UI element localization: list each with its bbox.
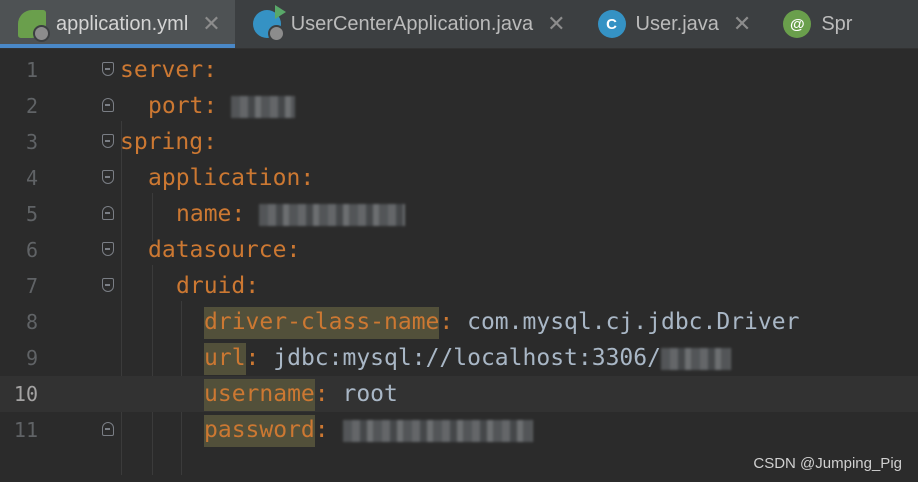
code-line: 3 spring: <box>0 124 918 160</box>
line-number: 9 <box>25 346 38 370</box>
line-number: 7 <box>25 274 38 298</box>
yaml-key: datasource <box>148 237 287 263</box>
class-c-icon: C <box>597 10 626 38</box>
yaml-key: druid <box>176 273 246 299</box>
tab-application-yml[interactable]: application.yml ✕ <box>0 0 235 48</box>
code-line: 4 application: <box>0 160 918 196</box>
fold-toggle-icon[interactable] <box>102 170 114 184</box>
yaml-value: com.mysql.cj.jdbc.Driver <box>453 309 800 335</box>
redacted-value <box>231 95 296 118</box>
code-editor[interactable]: 1 server: 2 port: 3 spring: 4 applicatio… <box>0 49 918 482</box>
code-line: 9 url: jdbc:mysql://localhost:3306/ <box>0 340 918 376</box>
yaml-key: url <box>204 343 246 375</box>
fold-toggle-icon[interactable] <box>102 242 114 256</box>
yaml-key: name <box>176 201 232 227</box>
code-line: 8 driver-class-name: com.mysql.cj.jdbc.D… <box>0 304 918 340</box>
yaml-value: jdbc:mysql://localhost:3306/ <box>259 345 661 371</box>
tab-label: application.yml <box>56 12 189 35</box>
tab-usercenterapplication-java[interactable]: UserCenterApplication.java ✕ <box>235 0 580 48</box>
yaml-key: server <box>120 57 204 83</box>
fold-end-icon[interactable] <box>102 206 114 220</box>
line-number: 4 <box>25 166 38 190</box>
spring-leaf-icon <box>18 10 50 42</box>
fold-toggle-icon[interactable] <box>102 134 114 148</box>
tab-label: User.java <box>635 12 719 35</box>
tab-spring-annotation[interactable]: @ Spr <box>765 0 866 48</box>
watermark: CSDN @Jumping_Pig <box>753 455 902 472</box>
yaml-key: username <box>204 379 315 411</box>
yaml-key: application <box>148 165 301 191</box>
yaml-key: password <box>204 415 315 447</box>
close-icon[interactable]: ✕ <box>547 12 565 37</box>
close-icon[interactable]: ✕ <box>733 12 751 37</box>
redacted-value <box>342 419 533 442</box>
code-line: 7 druid: <box>0 268 918 304</box>
code-line: 6 datasource: <box>0 232 918 268</box>
editor-tab-bar: application.yml ✕ UserCenterApplication.… <box>0 0 918 49</box>
redacted-value <box>259 203 406 226</box>
fold-toggle-icon[interactable] <box>102 62 114 76</box>
code-line: 1 server: <box>0 52 918 88</box>
tab-label: Spr <box>821 12 853 35</box>
spring-annotation-icon: @ <box>783 10 812 38</box>
line-number: 3 <box>25 130 38 154</box>
close-icon[interactable]: ✕ <box>202 12 220 37</box>
line-number: 8 <box>25 310 38 334</box>
tab-label: UserCenterApplication.java <box>290 12 534 35</box>
line-number: 10 <box>13 382 38 406</box>
run-class-icon <box>252 5 286 42</box>
code-line: 2 port: <box>0 88 918 124</box>
yaml-key: port <box>148 93 204 119</box>
line-number: 11 <box>13 418 38 442</box>
fold-toggle-icon[interactable] <box>102 278 114 292</box>
line-number: 6 <box>25 238 38 262</box>
redacted-value <box>660 347 731 370</box>
yaml-value: root <box>328 381 398 407</box>
tab-user-java[interactable]: C User.java ✕ <box>580 0 766 48</box>
line-number: 2 <box>25 94 38 118</box>
yaml-key: spring <box>120 129 204 155</box>
yaml-key: driver-class-name <box>204 307 440 339</box>
line-number: 5 <box>25 202 38 226</box>
fold-end-icon[interactable] <box>102 422 114 436</box>
code-line-current: 10 username: root <box>0 376 918 412</box>
line-number: 1 <box>25 58 38 82</box>
code-line: 5 name: <box>0 196 918 232</box>
fold-end-icon[interactable] <box>102 98 114 112</box>
code-line: 11 password: <box>0 412 918 448</box>
